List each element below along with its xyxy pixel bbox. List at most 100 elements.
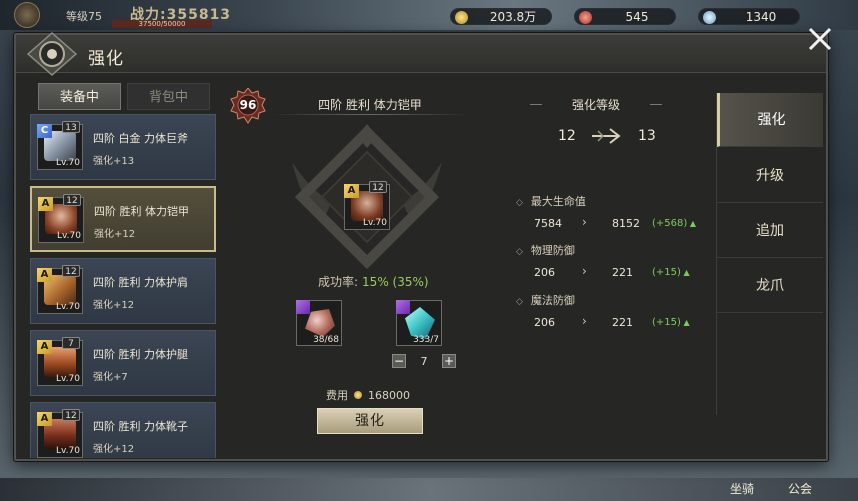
equipment-name: 四阶 白金 力体巨斧	[93, 132, 188, 145]
tab-append[interactable]: 追加	[717, 204, 823, 258]
equipment-item-boots[interactable]: A 12 Lv.70 四阶 胜利 力体靴子 强化+12	[30, 402, 216, 458]
selected-item-slot[interactable]: A 12 Lv.70	[344, 181, 390, 230]
equipment-name: 四阶 胜利 体力铠甲	[94, 205, 189, 218]
item-level-badge: 7	[62, 337, 80, 349]
enhance-level-to: 13	[638, 128, 656, 144]
grade-badge: A	[37, 268, 52, 282]
player-avatar[interactable]	[14, 2, 40, 28]
tab-upgrade[interactable]: 升级	[717, 149, 823, 203]
equipment-enhance-level: 强化+12	[93, 444, 135, 455]
stat-diff-mdef: (+15) ▲	[652, 317, 690, 328]
item-level-badge: 12	[63, 194, 81, 206]
resource3-counter: 1340	[698, 8, 800, 25]
cost-value: 168000	[368, 388, 410, 402]
equipment-enhance-level: 强化+12	[94, 229, 136, 240]
crystal-shard-icon	[703, 11, 716, 24]
item-level-badge: 12	[62, 265, 80, 277]
cost-row: 费用 168000	[326, 387, 410, 403]
equipment-name: 四阶 胜利 力体靴子	[93, 420, 188, 433]
rarity-corner	[396, 300, 410, 314]
stat-diff-hp: (+568) ▲	[652, 218, 696, 229]
power-badge-icon	[230, 88, 266, 124]
level-requirement: Lv.70	[56, 158, 80, 168]
stat-diff-pdef: (+15) ▲	[652, 267, 690, 278]
item-level-badge: 13	[62, 121, 80, 133]
equipment-enhance-level: 强化+12	[93, 300, 135, 311]
level-requirement: Lv.70	[56, 302, 80, 312]
armor-icon: A 12 Lv.70	[38, 194, 84, 243]
equipment-enhance-level: 强化+13	[93, 156, 135, 167]
leg-armor-icon: A 7 Lv.70	[37, 337, 83, 386]
level-requirement: Lv.70	[56, 446, 80, 456]
gold-counter: 203.8万	[450, 8, 552, 25]
boots-icon: A 12 Lv.70	[37, 409, 83, 458]
cost-label: 费用	[326, 389, 348, 402]
enhance-button[interactable]: 强化	[317, 408, 423, 434]
success-rate-label: 成功率:	[318, 275, 359, 289]
material-slot-crystal[interactable]: 333/7	[396, 300, 442, 346]
resource2-value: 545	[625, 10, 649, 24]
tab-backpack[interactable]: 背包中	[127, 83, 210, 110]
material-count: 38/68	[313, 335, 339, 345]
side-tab-bar: 强化 升级 追加 龙爪	[716, 93, 826, 415]
chevron-right-icon: ›	[582, 264, 587, 278]
quantity-stepper: − 7 +	[392, 353, 456, 369]
player-exp-bar: 37500/50000	[112, 20, 212, 28]
gold-coin-icon	[354, 391, 362, 399]
stat-new-pdef: 221	[612, 266, 633, 279]
material-count: 333/7	[413, 335, 439, 345]
success-rate: 成功率: 15% (35%)	[318, 273, 429, 290]
item-level-badge: 12	[62, 409, 80, 421]
player-level: 等级75	[66, 10, 102, 23]
equipment-item-axe[interactable]: C 13 Lv.70 四阶 白金 力体巨斧 强化+13	[30, 114, 216, 180]
stat-old-hp: 7584	[534, 217, 562, 230]
equip-source-toggle: 装备中 背包中	[38, 83, 210, 110]
plus-button[interactable]: +	[442, 354, 456, 368]
minus-button[interactable]: −	[392, 354, 406, 368]
level-requirement: Lv.70	[57, 231, 81, 241]
equipment-name: 四阶 胜利 力体护肩	[93, 276, 188, 289]
equipment-enhance-level: 强化+7	[93, 372, 128, 383]
equipment-list: C 13 Lv.70 四阶 白金 力体巨斧 强化+13 A 12 Lv.70 四…	[30, 114, 218, 458]
material-slot-ore[interactable]: 38/68	[296, 300, 342, 346]
enhance-level-from: 12	[558, 128, 576, 144]
resource2-counter: 545	[574, 8, 676, 25]
chevron-right-icon: ›	[582, 314, 587, 328]
success-rate-value: 15% (35%)	[362, 275, 429, 289]
mount-button[interactable]: 坐骑	[730, 480, 754, 497]
level-requirement: Lv.70	[363, 218, 387, 228]
stat-label-mdef: 魔法防御	[516, 292, 575, 308]
resource3-value: 1340	[745, 10, 777, 24]
equipment-item-legs[interactable]: A 7 Lv.70 四阶 胜利 力体护腿 强化+7	[30, 330, 216, 396]
emblem-icon	[26, 32, 78, 76]
panel-title: 强化	[88, 49, 124, 69]
gold-value: 203.8万	[489, 10, 537, 24]
axe-icon: C 13 Lv.70	[37, 121, 83, 170]
close-icon[interactable]	[806, 25, 834, 53]
tab-equipped[interactable]: 装备中	[38, 83, 121, 110]
stat-old-pdef: 206	[534, 266, 555, 279]
chevron-right-icon: ›	[582, 215, 587, 229]
grade-badge: A	[344, 184, 359, 198]
stat-new-mdef: 221	[612, 316, 633, 329]
equipment-name: 四阶 胜利 力体护腿	[93, 348, 188, 361]
blood-gem-icon	[579, 11, 592, 24]
rarity-corner	[296, 300, 310, 314]
equipment-item-armor[interactable]: A 12 Lv.70 四阶 胜利 体力铠甲 强化+12	[30, 186, 216, 252]
item-level-badge: 12	[369, 181, 387, 193]
guild-button[interactable]: 公会	[788, 480, 812, 497]
stat-label-hp: 最大生命值	[516, 193, 586, 209]
grade-badge: A	[37, 412, 52, 426]
title-divider	[272, 114, 468, 115]
grade-badge: A	[38, 197, 53, 211]
stat-old-mdef: 206	[534, 316, 555, 329]
selected-item-title: 四阶 胜利 体力铠甲	[318, 98, 422, 112]
arrow-right-icon	[592, 128, 621, 144]
tab-enhance[interactable]: 强化	[717, 93, 823, 147]
gold-coin-icon	[455, 11, 468, 24]
quantity-value: 7	[420, 354, 428, 368]
grade-badge: A	[37, 340, 52, 354]
stat-new-hp: 8152	[612, 217, 640, 230]
tab-dragon-claw[interactable]: 龙爪	[717, 259, 823, 313]
equipment-item-shoulder[interactable]: A 12 Lv.70 四阶 胜利 力体护肩 强化+12	[30, 258, 216, 324]
